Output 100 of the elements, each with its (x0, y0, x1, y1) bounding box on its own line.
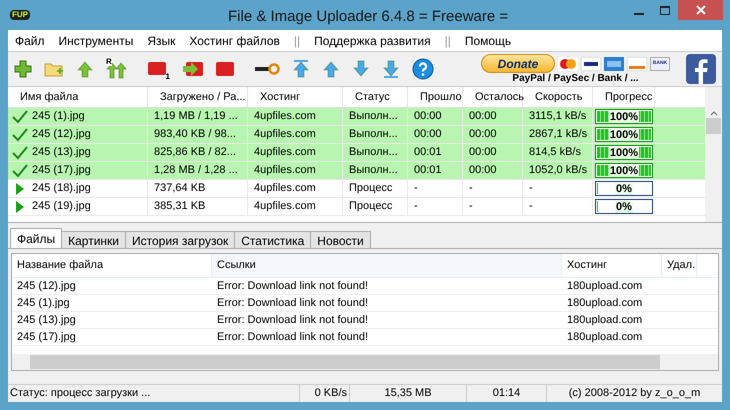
table-cell-text: 00:00 (469, 127, 497, 142)
column-header[interactable]: Загружено / Ра... (148, 87, 248, 107)
link-row[interactable]: 245 (12).jpg Error: Download link not found! 180upload.com (12, 278, 718, 295)
table-cell-text: Выполн... (349, 127, 398, 142)
resume-upload-icon[interactable]: R (106, 59, 128, 79)
scroll-up-icon[interactable] (710, 111, 718, 116)
table-cell-text: 245 (12).jpg (32, 127, 91, 142)
table-cell-text: Error: Download link not found! (216, 312, 370, 328)
tab[interactable]: Статистика (234, 231, 312, 248)
progress-label: 0% (615, 200, 633, 212)
checkmark-icon (12, 110, 28, 124)
app-logo: FUP (10, 10, 30, 20)
upload-row[interactable]: 245 (12).jpg 983,40 KB / 98... 4upfiles.com Выполн... 00:00 00:00 2867,1 kB/s 100% (8, 126, 705, 144)
menu-item[interactable]: Файл (15, 32, 45, 50)
status-text: 01:14 (467, 385, 547, 402)
donate-button[interactable]: Donate (481, 54, 555, 73)
progress-label: 100% (608, 146, 640, 158)
tab[interactable]: Новости (310, 231, 371, 248)
column-header[interactable]: Скорость (523, 87, 593, 107)
close-button[interactable] (678, 0, 723, 20)
tab[interactable]: История загрузок (125, 231, 236, 248)
link-row[interactable]: 245 (17).jpg Error: Download link not found! 180upload.com (12, 329, 718, 346)
table-cell-text: Error: Download link not found! (216, 296, 370, 311)
upload-row[interactable]: 245 (18).jpg 737,64 KB 4upfiles.com Процесс - - - 0% (8, 180, 705, 198)
payment-caption: PayPal / PaySec / Bank / ... (512, 73, 639, 84)
upload-row[interactable]: 245 (17).jpg 1,28 MB / 1,28 ... 4upfiles.com Выполн... 00:01 00:00 1052,0 kB/s 100% (8, 162, 705, 180)
table-cell-text: - (529, 181, 533, 196)
close-icon (696, 5, 706, 15)
table-cell-text: Error: Download link not found! (216, 278, 370, 294)
move-up-icon[interactable] (322, 59, 340, 79)
scrollbar-thumb[interactable] (706, 118, 721, 134)
table-cell-text: 245 (1).jpg (16, 296, 71, 311)
upload-row[interactable]: 245 (13).jpg 825,86 KB / 82... 4upfiles.com Выполн... 00:01 00:00 814,5 kB/s 100% (8, 144, 705, 162)
tab[interactable]: Файлы (10, 228, 62, 248)
menu-item[interactable]: Язык (147, 32, 176, 50)
column-header[interactable]: Хостинг (562, 254, 662, 277)
table-cell-text: 245 (17).jpg (32, 163, 91, 178)
table-cell-text: 983,40 KB / 98... (154, 127, 236, 142)
add-folder-icon[interactable] (44, 61, 64, 77)
column-header[interactable]: Ссылки (212, 254, 562, 277)
facebook-icon[interactable] (686, 54, 716, 84)
upload-icon[interactable] (76, 59, 94, 79)
move-top-icon[interactable] (292, 59, 310, 79)
table-cell-text: 245 (19).jpg (32, 199, 91, 214)
table-cell-text: 4upfiles.com (254, 127, 316, 142)
table-cell-text: - (529, 199, 533, 214)
column-header[interactable]: Статус (343, 87, 408, 107)
table-cell-text: 245 (13).jpg (32, 145, 91, 160)
menu-item[interactable]: Поддержка развития (314, 32, 431, 50)
status-text: (c) 2008-2012 by z_o_o_m (568, 386, 702, 402)
scrollbar[interactable] (705, 87, 722, 222)
checkmark-icon (12, 164, 28, 178)
column-header[interactable]: Прогресс (593, 87, 655, 107)
table-cell-text: 00:00 (414, 109, 442, 124)
table-cell-text: - (414, 199, 418, 214)
table-cell-text: 3115,1 kB/s (529, 109, 586, 124)
column-header[interactable]: Удал. (662, 254, 697, 277)
table-cell-text: - (469, 181, 473, 196)
table-cell-text: - (414, 181, 418, 196)
link-row[interactable]: 245 (1).jpg Error: Download link not found! 180upload.com (12, 295, 718, 312)
move-bottom-icon[interactable] (382, 59, 400, 79)
table-cell-text: 245 (17).jpg (16, 330, 77, 345)
table-cell-text: 4upfiles.com (254, 163, 316, 178)
table-cell-text: 1052,0 kB/s (529, 163, 588, 178)
table-cell-text: 4upfiles.com (254, 181, 316, 196)
progress-label: 100% (608, 164, 640, 176)
help-icon[interactable] (412, 58, 434, 80)
table-cell-text: Выполн... (349, 163, 398, 178)
table-cell-text: Выполн... (349, 109, 398, 124)
column-header[interactable]: Хостинг (248, 87, 343, 107)
horizontal-scrollbar[interactable] (12, 354, 718, 370)
table-cell-text: 245 (12).jpg (16, 278, 77, 294)
progress-label: 100% (608, 128, 640, 140)
minimize-icon (634, 12, 644, 14)
table-cell-text: 00:00 (414, 127, 442, 142)
column-header[interactable]: Прошло (408, 87, 463, 107)
window-title: File & Image Uploader 6.4.8 = Freeware = (228, 7, 508, 27)
menu-item[interactable]: Инструменты (58, 32, 134, 50)
column-header[interactable]: Осталось (463, 87, 523, 107)
tab[interactable]: Картинки (61, 231, 126, 248)
skip-icon[interactable] (182, 61, 204, 77)
status-text: 0 KB/s (300, 385, 350, 402)
key-icon[interactable] (254, 63, 280, 75)
table-cell-text: 245 (13).jpg (16, 312, 77, 328)
menu-item[interactable]: Хостинг файлов (189, 32, 280, 50)
menu-item[interactable]: Помощь (464, 32, 512, 50)
checkmark-icon (12, 146, 28, 160)
table-cell-text: 00:00 (469, 109, 497, 124)
table-cell-text: 245 (1).jpg (32, 109, 85, 124)
progress-label: 100% (608, 110, 640, 122)
upload-row[interactable]: 245 (19).jpg 385,31 KB 4upfiles.com Процесс - - - 0% (8, 198, 705, 216)
column-header[interactable]: Имя файла (8, 87, 148, 107)
link-row[interactable]: 245 (13).jpg Error: Download link not found! 180upload.com (12, 312, 718, 329)
upload-row[interactable]: 245 (1).jpg 1,19 MB / 1,19 ... 4upfiles.com Выполн... 00:00 00:00 3115,1 kB/s 100% (8, 108, 705, 126)
add-icon[interactable] (14, 60, 32, 78)
status-text: Статус: процесс загрузки ... (8, 385, 300, 402)
move-down-icon[interactable] (352, 59, 370, 79)
table-cell-text: Процесс (349, 199, 392, 214)
table-cell-text: 180upload.com (566, 312, 644, 328)
table-cell-text: 4upfiles.com (254, 199, 316, 214)
